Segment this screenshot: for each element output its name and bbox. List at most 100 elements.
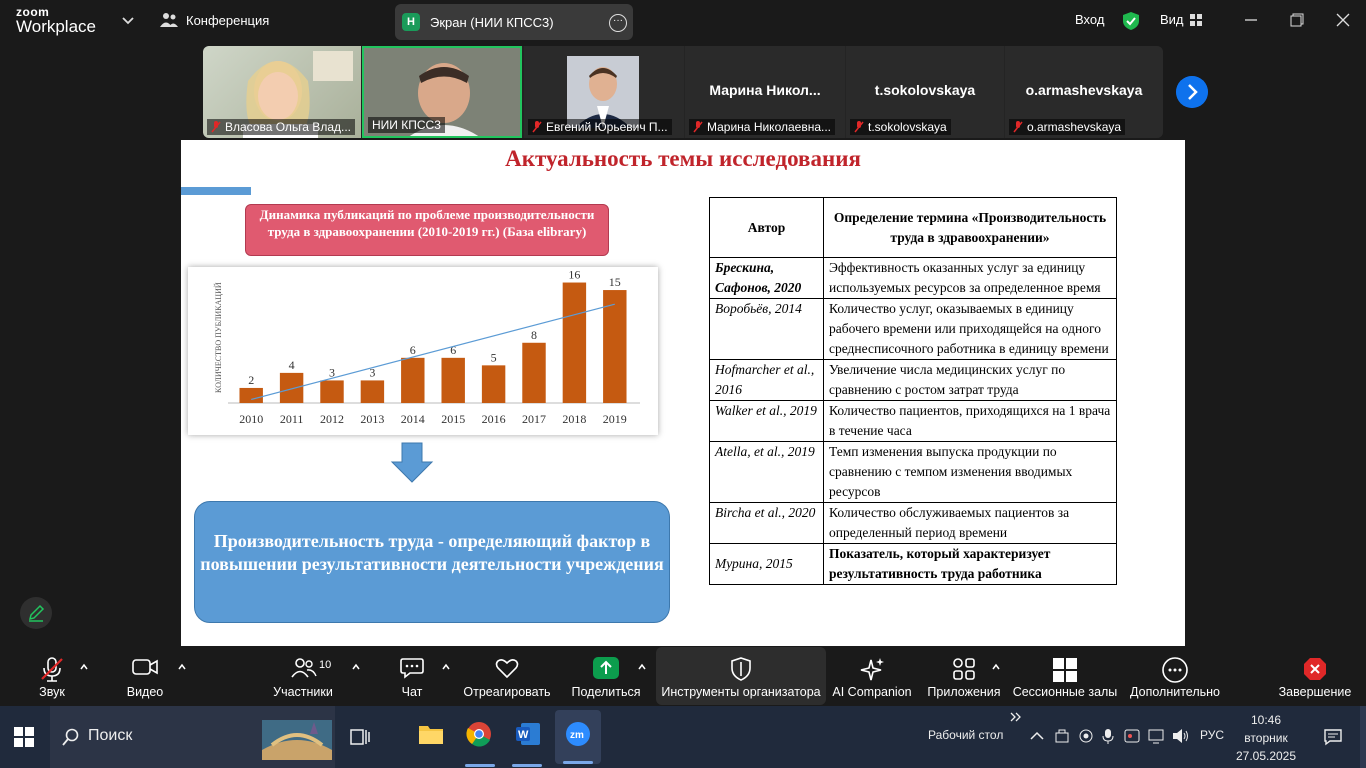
view-button[interactable]: Вид: [1160, 12, 1202, 27]
chevron-up-icon[interactable]: [992, 663, 1000, 671]
sparkle-icon: [860, 658, 884, 681]
camera-icon[interactable]: [1078, 728, 1094, 744]
participant-display-name: Марина Никол...: [709, 82, 821, 98]
login-button[interactable]: Вход: [1075, 12, 1104, 27]
table-header-definition: Определение термина «Производительность …: [823, 197, 1117, 258]
chevron-up-icon[interactable]: [80, 663, 88, 671]
shield-icon: [731, 657, 751, 681]
chart-bar: [481, 365, 506, 403]
people-icon: [160, 13, 178, 27]
participant-tile[interactable]: Марина Никол... Марина Николаевна...: [685, 46, 845, 138]
clock-date: 27.05.2025: [1235, 749, 1297, 763]
publications-chart: КОЛИЧЕСТВО ПУБЛИКАЦИЙ 2 2010 4 2011 3 2012 3 20…: [188, 267, 658, 435]
search-placeholder: Поиск: [88, 727, 133, 744]
chevron-up-icon[interactable]: [352, 663, 360, 671]
chrome-icon[interactable]: [466, 721, 492, 747]
screen-share-pill[interactable]: Н Экран (НИИ КПСС3) ···: [395, 4, 633, 40]
next-page-arrow-icon[interactable]: [1176, 76, 1208, 108]
host-tools-button[interactable]: Инструменты организатора: [656, 647, 826, 705]
network-icon[interactable]: [1148, 728, 1166, 744]
participant-name: o.armashevskaya: [1009, 119, 1126, 135]
chart-data-label: 5: [491, 350, 497, 364]
zoom-taskbar-button[interactable]: zm: [555, 710, 601, 764]
end-label: Завершение: [1278, 685, 1352, 699]
chevron-up-icon[interactable]: [442, 663, 450, 671]
windows-start-icon[interactable]: [14, 727, 34, 747]
shield-check-icon[interactable]: [1122, 11, 1140, 31]
clock[interactable]: 10:46 вторник 27.05.2025: [1234, 711, 1298, 765]
chart-data-label: 6: [410, 343, 416, 357]
windows-taskbar: Поиск W zm Рабочий стол РУС 10:46 вторни…: [0, 706, 1366, 768]
chat-button[interactable]: Чат: [387, 647, 437, 705]
chart-tick-label: 2019: [603, 412, 627, 426]
mic-muted-icon: [41, 657, 63, 682]
end-meeting-button[interactable]: Завершение: [1276, 647, 1354, 705]
double-chevron-icon[interactable]: [1010, 712, 1022, 722]
react-button[interactable]: Отреагировать: [462, 647, 552, 705]
restore-icon[interactable]: [1289, 12, 1305, 28]
participant-avatar: [567, 56, 639, 128]
participant-tile[interactable]: Евгений Юрьевич П...: [524, 46, 684, 138]
chart-tick-label: 2012: [320, 412, 344, 426]
participant-name: Евгений Юрьевич П...: [528, 119, 672, 135]
breakout-rooms-button[interactable]: Сессионные залы: [1012, 647, 1118, 705]
clock-time: 10:46: [1250, 713, 1282, 727]
share-arrow-icon: [593, 657, 619, 679]
participant-display-name: o.armashevskaya: [1025, 82, 1143, 98]
chevron-up-icon[interactable]: [638, 663, 646, 671]
share-screen-button[interactable]: Поделиться: [568, 647, 644, 705]
audio-button[interactable]: Звук: [22, 647, 82, 705]
close-icon[interactable]: [1335, 12, 1351, 28]
pencil-icon: [28, 604, 45, 622]
volume-icon[interactable]: [1172, 728, 1190, 744]
chart-bar: [360, 380, 385, 403]
svg-text:zm: zm: [570, 730, 584, 741]
desktop-toolbar-label[interactable]: Рабочий стол: [928, 728, 1003, 742]
participants-button[interactable]: 10 Участники: [268, 647, 338, 705]
more-label: Дополнительно: [1130, 685, 1220, 699]
notifications-icon[interactable]: [1324, 728, 1342, 746]
apps-button[interactable]: Приложения: [922, 647, 1006, 705]
ai-companion-button[interactable]: AI Companion: [830, 647, 914, 705]
top-bar: zoom Workplace Конференция Н Экран (НИИ …: [0, 0, 1366, 44]
video-button[interactable]: Видео: [115, 647, 175, 705]
video-camera-icon: [132, 659, 158, 675]
chart-data-label: 2: [248, 373, 254, 387]
microphone-icon[interactable]: [1101, 728, 1115, 744]
chart-svg: КОЛИЧЕСТВО ПУБЛИКАЦИЙ 220104201132012320…: [214, 268, 640, 426]
annotate-button[interactable]: [20, 597, 52, 629]
more-options-icon[interactable]: ···: [609, 14, 627, 32]
chart-bar: [441, 357, 465, 403]
chevron-down-icon[interactable]: [120, 12, 136, 28]
chart-data-label: 6: [450, 343, 456, 357]
participant-tile[interactable]: o.armashevskaya o.armashevskaya: [1005, 46, 1163, 138]
chart-bar: [401, 357, 425, 403]
participant-tile-active[interactable]: НИИ КПСС3: [362, 46, 522, 138]
table-row: Atella, et al., 2019 Темп изменения выпус…: [709, 441, 1117, 503]
word-icon[interactable]: W: [515, 721, 541, 747]
meeting-info-button[interactable]: Конференция: [160, 12, 269, 28]
participant-tile[interactable]: Власова Ольга Влад...: [203, 46, 361, 138]
participant-tile[interactable]: t.sokolovskaya t.sokolovskaya: [846, 46, 1004, 138]
task-view-icon[interactable]: [350, 728, 370, 746]
app-tray-icon[interactable]: [1124, 728, 1140, 744]
rooms-label: Сессионные залы: [1012, 685, 1118, 699]
mic-muted-icon: [1013, 121, 1023, 133]
chevron-up-icon[interactable]: [1030, 731, 1044, 741]
minimize-icon[interactable]: [1243, 12, 1259, 28]
table-row: Bircha et al., 2020 Количество обслуживае…: [709, 502, 1117, 544]
show-desktop-button[interactable]: [1360, 706, 1366, 768]
chevron-up-icon[interactable]: [178, 663, 186, 671]
chart-data-label: 4: [289, 358, 295, 372]
language-indicator[interactable]: РУС: [1200, 728, 1224, 742]
breakout-rooms-icon: [1053, 658, 1077, 682]
y-axis-label: КОЛИЧЕСТВО ПУБЛИКАЦИЙ: [214, 282, 223, 393]
chart-tick-label: 2013: [360, 412, 384, 426]
more-button[interactable]: Дополнительно: [1126, 647, 1224, 705]
taskbar-search[interactable]: Поиск: [50, 706, 335, 768]
active-app-indicator: [563, 761, 593, 764]
participant-display-name: t.sokolovskaya: [874, 82, 976, 98]
apps-label: Приложения: [927, 685, 1001, 699]
file-explorer-icon[interactable]: [418, 722, 444, 746]
network-device-icon[interactable]: [1054, 728, 1070, 744]
